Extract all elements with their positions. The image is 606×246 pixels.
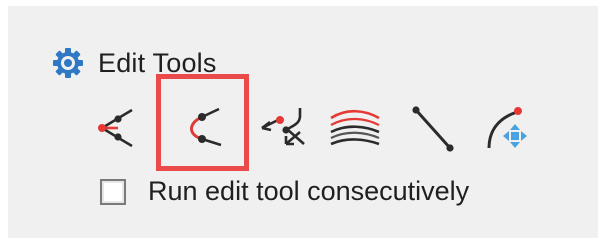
extend-line-icon [98,108,133,148]
selected-tool-highlight [156,74,249,171]
move-arc-icon [487,107,527,149]
tool-straight-line[interactable] [404,92,460,164]
gear-icon [53,48,83,78]
run-consecutively-checkbox[interactable] [100,178,126,205]
tool-break-connect[interactable] [254,92,310,164]
edit-tools-panel: Edit Tools Run edit tool consecutively [8,6,598,238]
tool-parallel-lines[interactable] [326,92,384,164]
run-consecutively-option[interactable]: Run edit tool consecutively [100,176,469,207]
tool-extend-line[interactable] [92,92,148,164]
run-consecutively-label: Run edit tool consecutively [148,176,470,206]
straight-line-icon [412,106,454,152]
tool-move-arc[interactable] [478,92,540,164]
break-connect-icon [261,108,305,146]
parallel-lines-icon [330,109,380,146]
